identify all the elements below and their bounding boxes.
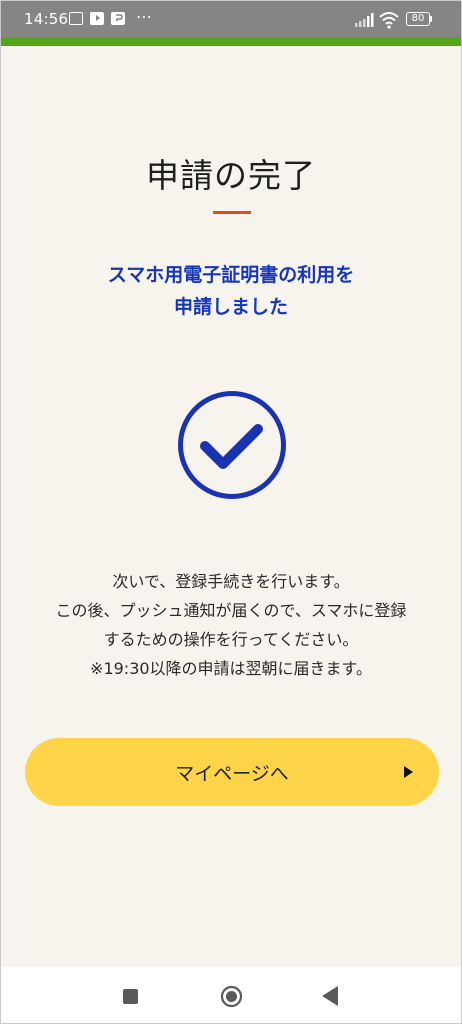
signal-icon (355, 13, 374, 27)
battery-tip (430, 16, 432, 22)
status-time: 14:56 (24, 10, 69, 28)
app-notification-icon (69, 12, 83, 25)
home-icon[interactable] (220, 985, 243, 1008)
instruction-text: 次いで、登録手続きを行います。 この後、プッシュ通知が届くので、スマホに登録 す… (1, 567, 461, 683)
recents-icon[interactable] (123, 989, 138, 1004)
wifi-icon (379, 12, 399, 29)
header-accent-bar (1, 37, 461, 46)
app-screen: 14:56 ⋯ 80 申請の完了 スマホ用電子証明書の利用を 申請しました 次い… (0, 0, 462, 1024)
status-bar: 14:56 ⋯ 80 (1, 1, 461, 37)
back-icon[interactable] (322, 986, 338, 1006)
triangle-right-icon (404, 766, 413, 778)
completion-message: スマホ用電子証明書の利用を 申請しました (1, 259, 461, 323)
instruction-line: この後、プッシュ通知が届くので、スマホに登録 (55, 601, 407, 620)
navigation-bar (1, 967, 461, 1023)
instruction-note: ※19:30以降の申請は翌朝に届きます。 (90, 659, 372, 678)
instruction-line: するための操作を行ってください。 (103, 630, 359, 649)
more-notifications-indicator: ⋯ (136, 7, 153, 26)
mypage-button[interactable]: マイページへ (25, 738, 439, 806)
instruction-line: 次いで、登録手続きを行います。 (112, 572, 350, 591)
title-underline (213, 211, 251, 214)
mypage-button-label: マイページへ (175, 763, 289, 785)
app-icon (111, 12, 125, 25)
youtube-icon (90, 12, 104, 25)
page-title: 申請の完了 (146, 156, 316, 195)
checkmark-circle-icon (178, 391, 286, 499)
completion-message-line: 申請しました (173, 296, 288, 318)
battery-icon: 80 (406, 12, 430, 26)
completion-message-line: スマホ用電子証明書の利用を (107, 264, 355, 286)
